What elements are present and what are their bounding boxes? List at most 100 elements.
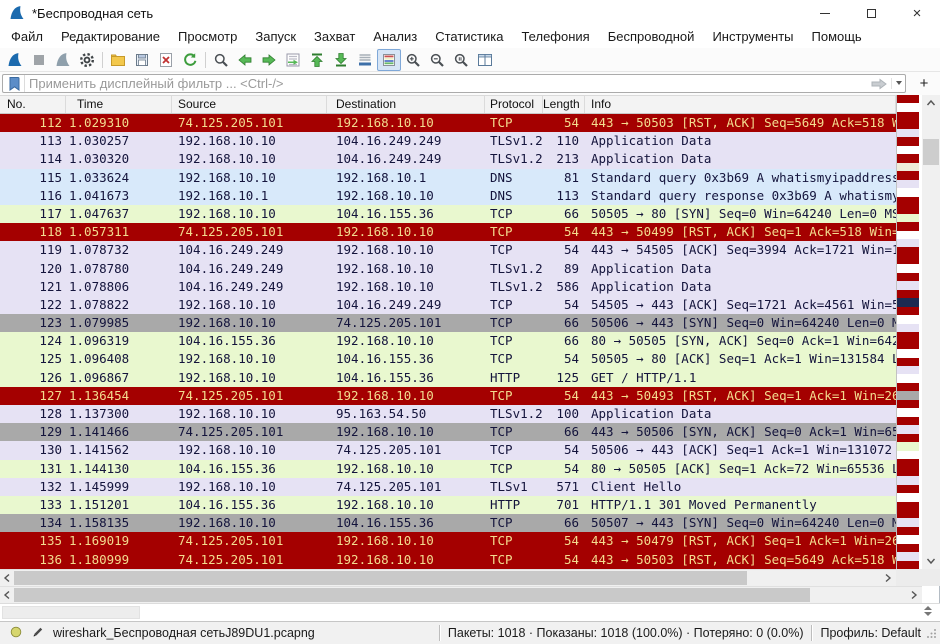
filter-add-button[interactable]: + xyxy=(914,75,934,92)
column-header-info[interactable]: Info xyxy=(585,96,896,113)
cell-length: 113 xyxy=(543,187,585,205)
go-next-icon[interactable] xyxy=(257,49,281,71)
packet-row[interactable]: 1321.145999192.168.10.1074.125.205.101TL… xyxy=(0,478,896,496)
maximize-button[interactable] xyxy=(848,0,894,26)
packet-row[interactable]: 1171.047637192.168.10.10104.16.155.36TCP… xyxy=(0,205,896,223)
menu-item[interactable]: Редактирование xyxy=(52,26,169,48)
cell-time: 1.041673 xyxy=(66,187,172,205)
packet-row[interactable]: 1311.144130104.16.155.36192.168.10.10TCP… xyxy=(0,460,896,478)
scroll-left-icon[interactable] xyxy=(0,570,14,586)
filter-dropdown-caret[interactable] xyxy=(891,78,905,90)
packet-row[interactable]: 1361.18099974.125.205.101192.168.10.10TC… xyxy=(0,551,896,569)
intelligent-scrollbar-minimap[interactable] xyxy=(896,95,922,569)
open-file-icon[interactable] xyxy=(106,49,130,71)
packet-row[interactable]: 1181.05731174.125.205.101192.168.10.10TC… xyxy=(0,223,896,241)
packet-row[interactable]: 1121.02931074.125.205.101192.168.10.10TC… xyxy=(0,114,896,132)
packet-row[interactable]: 1281.137300192.168.10.1095.163.54.50TLSv… xyxy=(0,405,896,423)
stop-capture-icon[interactable] xyxy=(27,49,51,71)
column-header-protocol[interactable]: Protocol xyxy=(485,96,543,113)
pane-spin-control[interactable] xyxy=(924,606,932,616)
packet-row[interactable]: 1341.158135192.168.10.10104.16.155.36TCP… xyxy=(0,514,896,532)
zoom-in-icon[interactable] xyxy=(401,49,425,71)
column-header-time[interactable]: Time xyxy=(66,96,172,113)
capture-options-icon[interactable] xyxy=(75,49,99,71)
start-capture-icon[interactable] xyxy=(3,49,27,71)
minimize-button[interactable] xyxy=(802,0,848,26)
menu-item[interactable]: Беспроводной xyxy=(599,26,704,48)
vertical-scrollbar[interactable] xyxy=(922,95,940,569)
go-to-packet-icon[interactable] xyxy=(281,49,305,71)
scroll-right-icon[interactable] xyxy=(907,587,921,603)
scroll-down-icon[interactable] xyxy=(922,553,940,569)
scroll-left-icon[interactable] xyxy=(0,587,14,603)
close-file-icon[interactable] xyxy=(154,49,178,71)
packet-list-horizontal-scrollbar[interactable] xyxy=(0,569,896,586)
menu-item[interactable]: Статистика xyxy=(426,26,512,48)
packet-row[interactable]: 1191.078732104.16.249.249192.168.10.10TC… xyxy=(0,241,896,259)
cell-source: 192.168.10.10 xyxy=(172,169,327,187)
packet-row[interactable]: 1141.030320192.168.10.10104.16.249.249TL… xyxy=(0,150,896,168)
column-header-length[interactable]: Length xyxy=(543,96,585,113)
cell-info: Application Data xyxy=(585,405,896,423)
filter-bookmark-icon[interactable] xyxy=(3,75,25,92)
packet-row[interactable]: 1301.141562192.168.10.1074.125.205.101TC… xyxy=(0,441,896,459)
menu-item[interactable]: Анализ xyxy=(364,26,426,48)
packet-row[interactable]: 1231.079985192.168.10.1074.125.205.101TC… xyxy=(0,314,896,332)
packet-row[interactable]: 1221.078822192.168.10.10104.16.249.249TC… xyxy=(0,296,896,314)
vertical-scrollbar-thumb[interactable] xyxy=(923,139,939,165)
cell-time: 1.030257 xyxy=(66,132,172,150)
menu-item[interactable]: Запуск xyxy=(246,26,305,48)
profile-label[interactable]: Профиль: Default xyxy=(820,626,921,640)
packet-row[interactable]: 1201.078780104.16.249.249192.168.10.10TL… xyxy=(0,260,896,278)
zoom-out-icon[interactable] xyxy=(425,49,449,71)
scroll-up-icon[interactable] xyxy=(922,95,940,111)
menu-item[interactable]: Захват xyxy=(305,26,364,48)
menu-item[interactable]: Инструменты xyxy=(703,26,802,48)
collapsed-pane-handle[interactable] xyxy=(2,606,140,619)
secondary-horizontal-scrollbar[interactable] xyxy=(0,586,922,603)
cell-info: 443 → 50503 [RST, ACK] Seq=5649 Ack=518 … xyxy=(585,551,896,569)
close-button[interactable]: × xyxy=(894,0,940,26)
display-filter-field[interactable] xyxy=(2,74,906,93)
resize-columns-icon[interactable] xyxy=(473,49,497,71)
go-first-icon[interactable] xyxy=(305,49,329,71)
go-last-icon[interactable] xyxy=(329,49,353,71)
capture-comment-icon[interactable] xyxy=(31,625,45,642)
packet-row[interactable]: 1261.096867192.168.10.10104.16.155.36HTT… xyxy=(0,369,896,387)
packet-row[interactable]: 1161.041673192.168.10.1192.168.10.10DNS1… xyxy=(0,187,896,205)
restart-capture-icon[interactable] xyxy=(51,49,75,71)
packet-row[interactable]: 1351.16901974.125.205.101192.168.10.10TC… xyxy=(0,532,896,550)
packet-row[interactable]: 1271.13645474.125.205.101192.168.10.10TC… xyxy=(0,387,896,405)
packet-row[interactable]: 1131.030257192.168.10.10104.16.249.249TL… xyxy=(0,132,896,150)
packet-row[interactable]: 1241.096319104.16.155.36192.168.10.10TCP… xyxy=(0,332,896,350)
menu-item[interactable]: Просмотр xyxy=(169,26,246,48)
go-previous-icon[interactable] xyxy=(233,49,257,71)
cell-time: 1.141562 xyxy=(66,441,172,459)
menu-item[interactable]: Телефония xyxy=(512,26,598,48)
column-header-no[interactable]: No. xyxy=(0,96,66,113)
zoom-original-icon[interactable] xyxy=(449,49,473,71)
packet-row[interactable]: 1251.096408192.168.10.10104.16.155.36TCP… xyxy=(0,350,896,368)
save-file-icon[interactable] xyxy=(130,49,154,71)
filter-apply-icon[interactable] xyxy=(867,78,891,90)
cell-no: 114 xyxy=(0,150,66,168)
horizontal-scrollbar-thumb[interactable] xyxy=(14,588,810,602)
expert-info-icon[interactable] xyxy=(9,625,23,642)
find-packet-icon[interactable] xyxy=(209,49,233,71)
column-header-source[interactable]: Source xyxy=(172,96,327,113)
colorize-icon[interactable] xyxy=(377,49,401,71)
resize-grip[interactable] xyxy=(927,627,937,641)
menu-item[interactable]: Файл xyxy=(2,26,52,48)
packet-row[interactable]: 1151.033624192.168.10.10192.168.10.1DNS8… xyxy=(0,169,896,187)
packet-row[interactable]: 1211.078806104.16.249.249192.168.10.10TL… xyxy=(0,278,896,296)
scroll-right-icon[interactable] xyxy=(881,570,895,586)
column-header-destination[interactable]: Destination xyxy=(327,96,485,113)
cell-info: 50505 → 80 [ACK] Seq=1 Ack=1 Win=131584 … xyxy=(585,350,896,368)
auto-scroll-icon[interactable] xyxy=(353,49,377,71)
packet-row[interactable]: 1331.151201104.16.155.36192.168.10.10HTT… xyxy=(0,496,896,514)
horizontal-scrollbar-thumb[interactable] xyxy=(14,571,747,585)
menu-item[interactable]: Помощь xyxy=(803,26,871,48)
reload-file-icon[interactable] xyxy=(178,49,202,71)
packet-row[interactable]: 1291.14146674.125.205.101192.168.10.10TC… xyxy=(0,423,896,441)
display-filter-input[interactable] xyxy=(25,76,867,91)
